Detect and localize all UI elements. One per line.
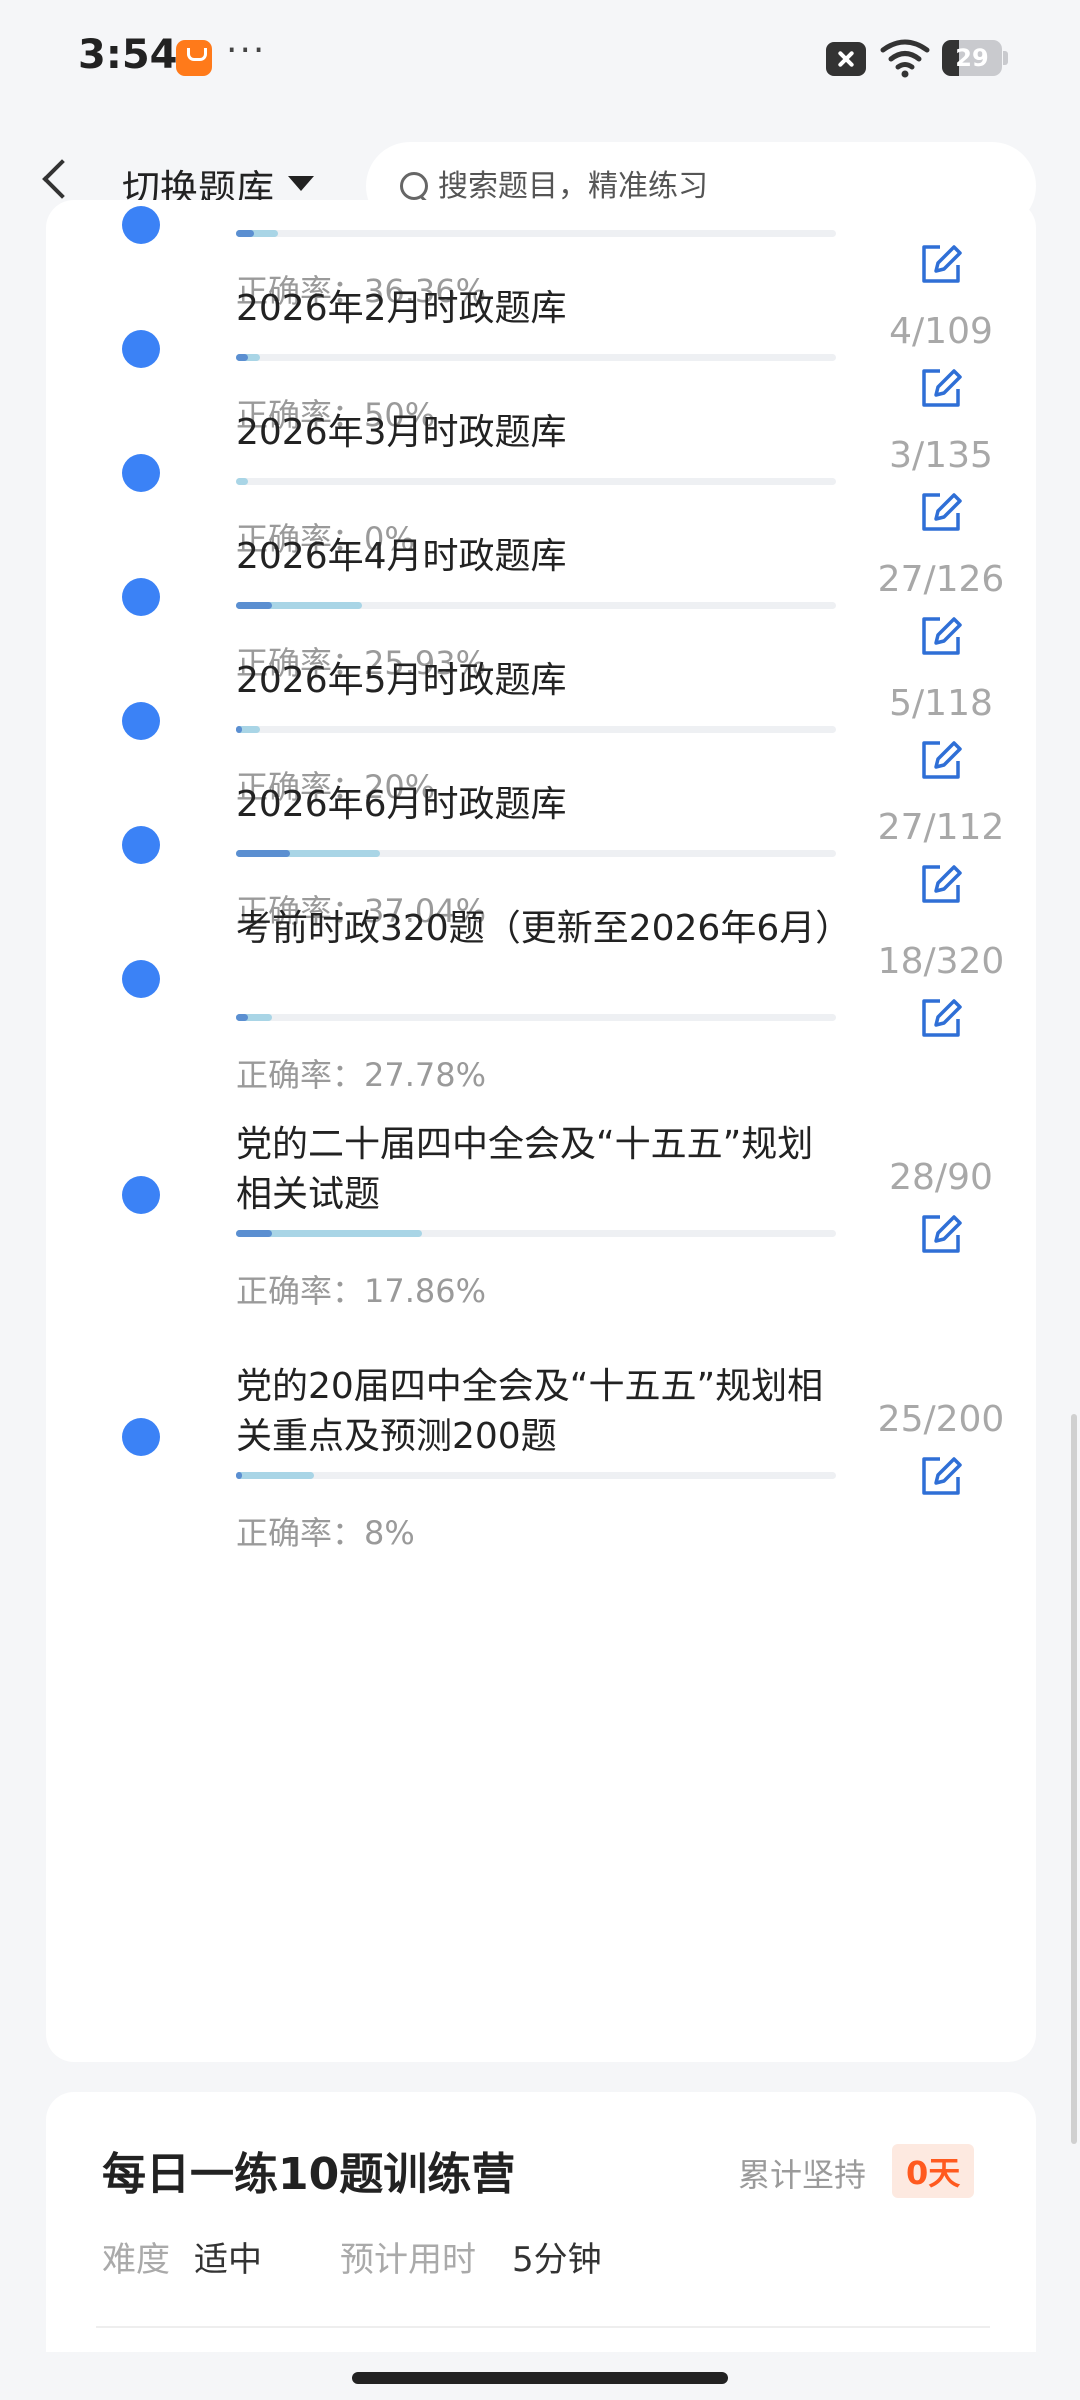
progress-fill-correct [236,726,242,733]
progress-fill-correct [236,230,254,237]
item-title[interactable]: 党的二十届四中全会及“十五五”规划相关试题 [236,1120,836,1220]
item-title[interactable]: 2026年3月时政题库 [236,408,836,458]
progress-fill-correct [236,1472,242,1479]
question-bank-list: 正确率：36.36% 2026年2月时政题库 正确率：50% 4/109 2026年3月… [46,200,1036,2062]
progress-count: 27/126 [877,559,1005,600]
item-title[interactable]: 党的20届四中全会及“十五五”规划相关重点及预测200题 [236,1362,836,1462]
item-title[interactable]: 2026年4月时政题库 [236,532,836,582]
shopping-app-icon [176,40,212,76]
progress-fill-total [236,1472,314,1479]
search-icon [400,172,428,200]
estimated-time-label: 预计用时 [340,2240,476,2280]
edit-icon[interactable] [918,995,964,1041]
battery-icon: 29 [942,40,1002,76]
progress-count: 5/118 [889,683,993,724]
bullet-icon [122,578,160,616]
progress-bar [236,726,836,733]
item-title[interactable]: 考前时政320题（更新至2026年6月） [236,904,851,954]
persist-days-badge: 0天 [892,2144,975,2198]
progress-fill-correct [236,1014,248,1021]
progress-bar [236,354,836,361]
difficulty-label: 难度 [102,2240,170,2280]
progress-fill-correct [236,602,272,609]
edit-icon[interactable] [918,241,964,287]
edit-icon[interactable] [918,365,964,411]
caret-down-icon[interactable] [288,176,314,191]
accuracy-text: 正确率：17.86% [236,1272,487,1310]
bullet-icon [122,330,160,368]
progress-count: 25/200 [877,1399,1005,1440]
progress-bar [236,478,836,485]
wifi-icon [880,39,930,78]
difficulty-value: 适中 [194,2240,262,2280]
progress-bar [236,602,836,609]
bullet-icon [122,1176,160,1214]
bullet-icon [122,826,160,864]
edit-icon[interactable] [918,613,964,659]
progress-count: 3/135 [889,435,993,476]
divider [96,2326,990,2328]
item-title[interactable]: 2026年6月时政题库 [236,780,836,830]
progress-fill-correct [236,850,290,857]
progress-bar [236,850,836,857]
persist-label: 累计坚持 [738,2156,867,2194]
accuracy-text: 正确率：8% [236,1514,415,1552]
bullet-icon [122,702,160,740]
accuracy-text: 正确率：27.78% [236,1056,487,1094]
edit-icon[interactable] [918,861,964,907]
bullet-icon [122,1418,160,1456]
daily-training-card[interactable] [46,2092,1036,2352]
bullet-icon [122,960,160,998]
progress-bar [236,1014,836,1021]
progress-bar [236,230,836,237]
edit-icon[interactable] [918,489,964,535]
bullet-icon [122,454,160,492]
status-bar: 3:54 ··· 29 [0,0,1080,120]
bullet-icon [122,206,160,244]
battery-level: 29 [955,44,989,72]
progress-bar [236,1230,836,1237]
progress-bar [236,1472,836,1479]
more-notifications-icon: ··· [226,30,267,71]
progress-count: 18/320 [877,941,1005,982]
progress-fill-correct [236,1230,272,1237]
edit-icon[interactable] [918,737,964,783]
progress-count: 27/112 [877,807,1005,848]
close-notification-icon [826,42,866,76]
scrollbar[interactable] [1071,1414,1077,2144]
training-title[interactable]: 每日一练10题训练营 [102,2138,515,2202]
battery-tip [1003,51,1008,65]
estimated-time-value: 5分钟 [512,2240,602,2280]
progress-count: 4/109 [889,311,993,352]
status-time: 3:54 [78,32,178,78]
progress-count: 28/90 [889,1157,993,1198]
progress-fill-correct [236,354,248,361]
item-title[interactable]: 2026年2月时政题库 [236,284,836,334]
progress-fill-total [236,478,248,485]
item-title[interactable]: 2026年5月时政题库 [236,656,836,706]
edit-icon[interactable] [918,1453,964,1499]
home-indicator[interactable] [352,2372,728,2384]
edit-icon[interactable] [918,1211,964,1257]
